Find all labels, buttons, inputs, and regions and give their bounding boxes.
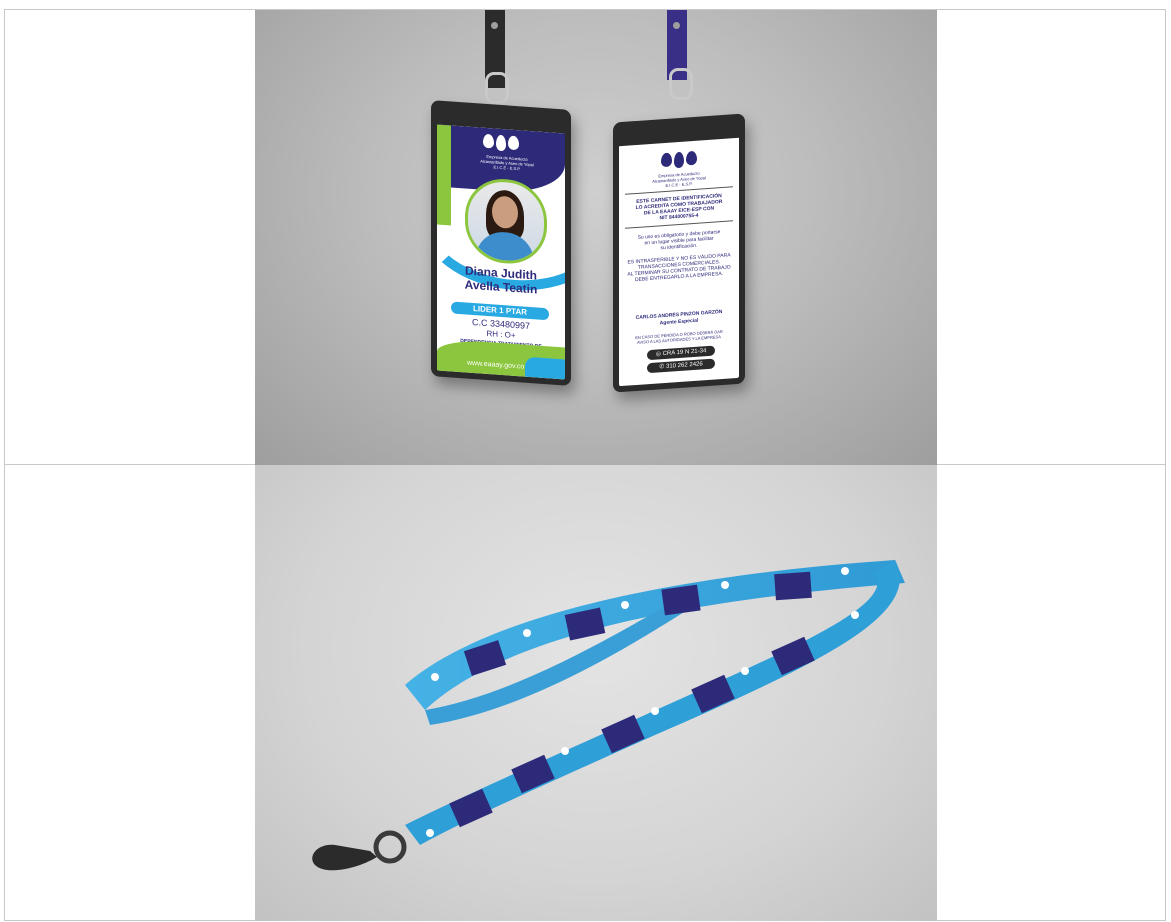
usage-text: Su uso es obligatorio y debe portarse en…: [637, 229, 721, 252]
lanyard-illustration: [312, 560, 905, 871]
phone-pill: ✆ 310 262 2426: [647, 358, 715, 374]
document-table: Empresa de Acueducto Alcantarillado y As…: [4, 9, 1166, 921]
lanyard-mockup-photo: [255, 465, 937, 921]
id-card-front: Empresa de Acueducto Alcantarillado y As…: [431, 100, 571, 386]
metal-hook-icon: [669, 68, 693, 100]
id-cards-mockup-photo: Empresa de Acueducto Alcantarillado y As…: [255, 10, 937, 465]
address-pill: ◎ CRA 19 N 21-34: [647, 345, 715, 361]
table-cell-id-cards: Empresa de Acueducto Alcantarillado y As…: [4, 9, 1166, 465]
loss-notice: EN CASO DE PÉRDIDA O ROBO DEBERÁ DAR AVI…: [635, 328, 723, 345]
table-cell-lanyard: [4, 464, 1166, 921]
rules-text: ES INTRASFERIBLE Y NO ES VÁLIDO PARA TRA…: [627, 252, 731, 284]
id-card-back: Empresa de Acueducto Alcantarillado y As…: [613, 113, 745, 393]
certification-text: ESTE CARNET DE IDENTIFICACIÓN LO ACREDIT…: [635, 193, 723, 222]
metal-hook-icon: [485, 72, 509, 104]
